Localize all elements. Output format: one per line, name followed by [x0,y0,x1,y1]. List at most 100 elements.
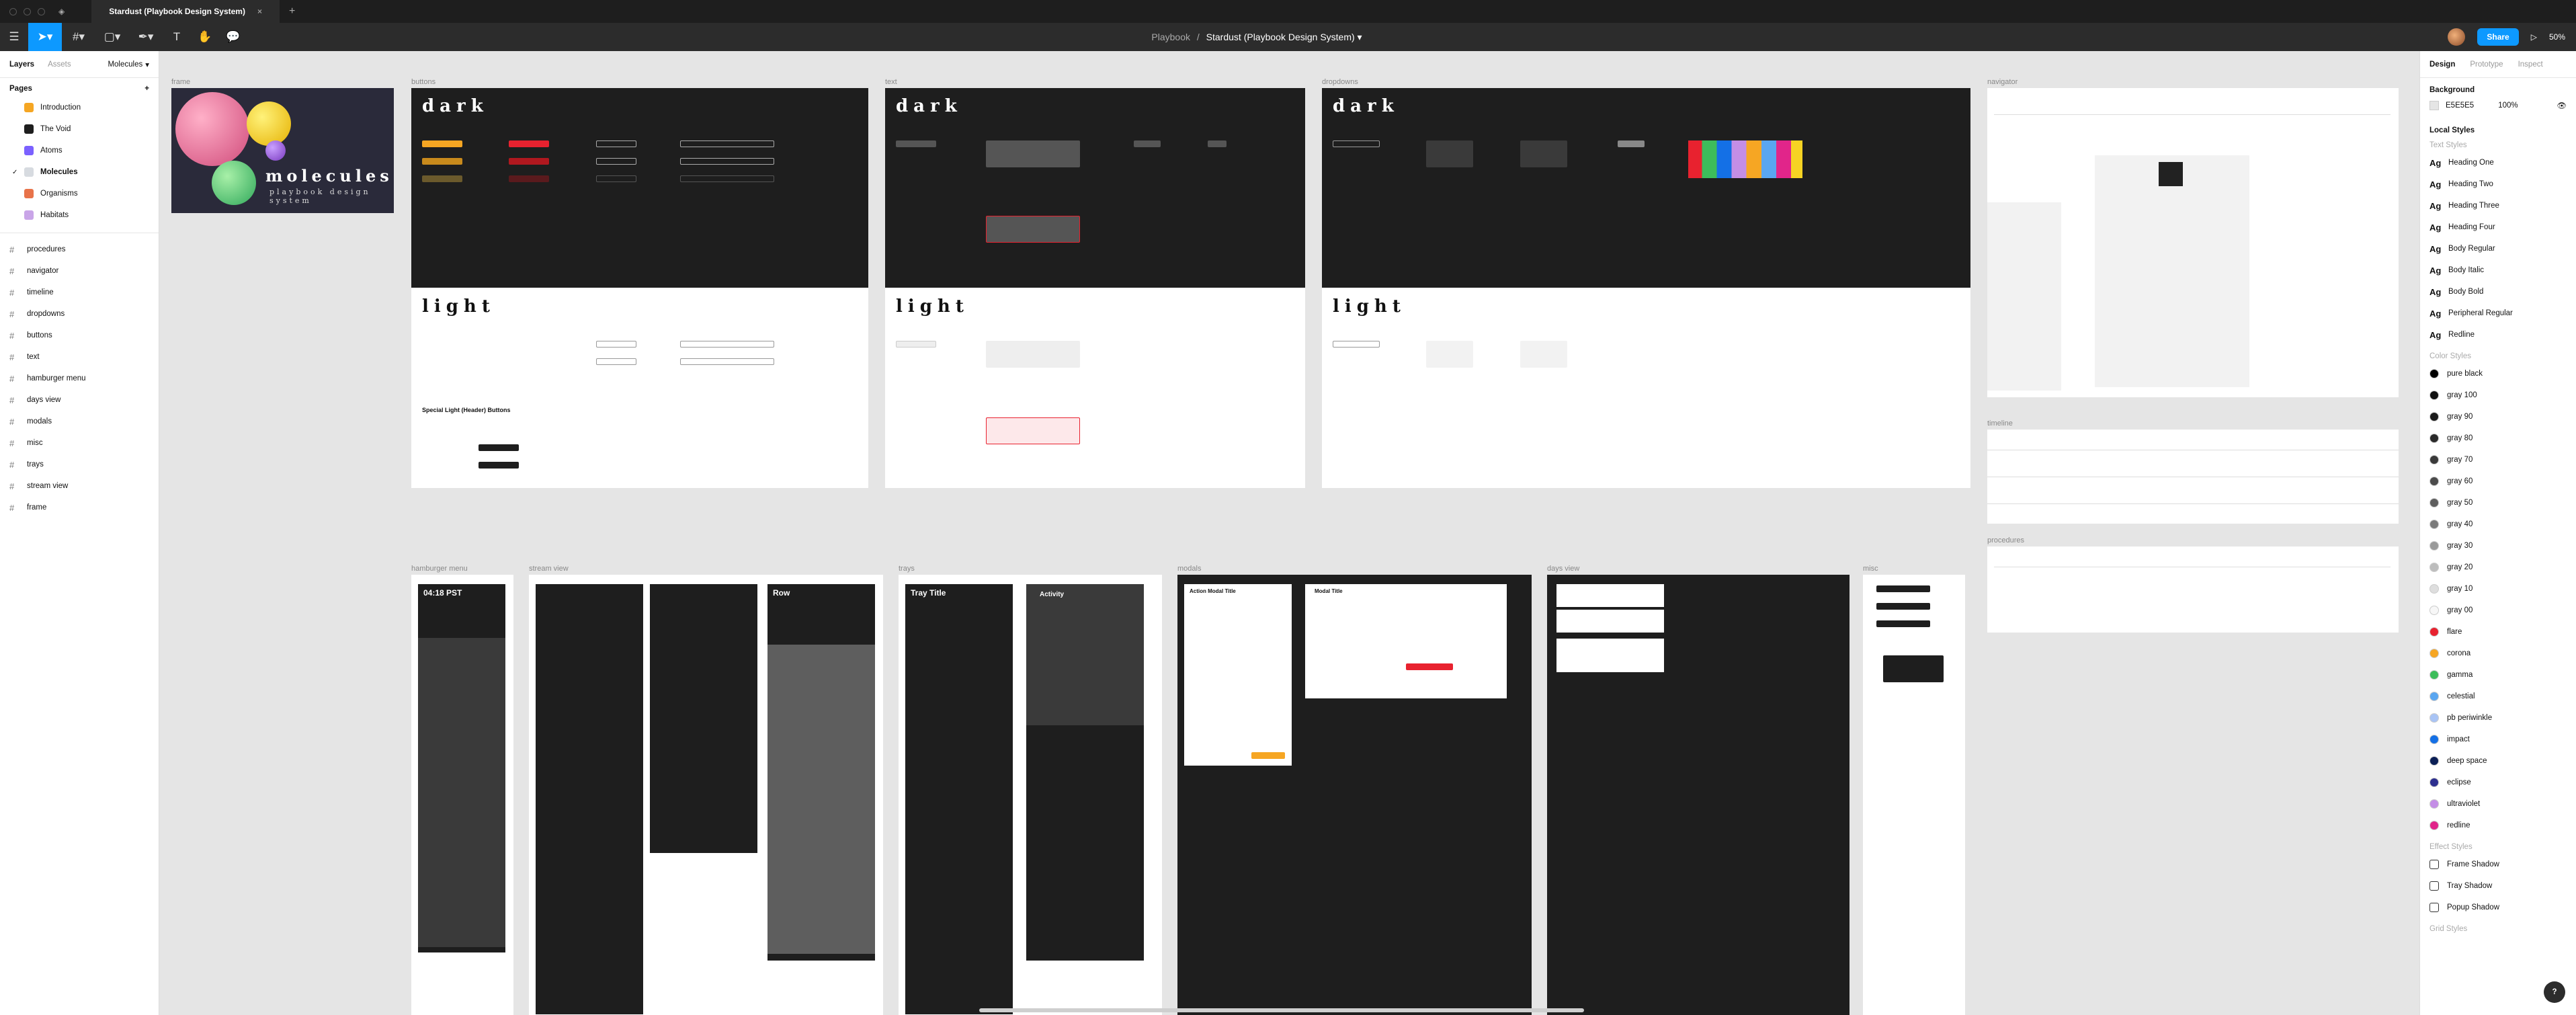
modals-frame[interactable]: Action Modal Title Modal Title [1177,575,1532,1015]
page-item-organisms[interactable]: Organisms [0,183,159,204]
color-style-item[interactable]: gray 60 [2420,471,2576,492]
text-style-item[interactable]: Ag Body Regular [2420,238,2576,259]
color-style-item[interactable]: eclipse [2420,772,2576,793]
color-style-item[interactable]: gamma [2420,664,2576,686]
frame-label-trays[interactable]: trays [899,565,915,573]
color-style-item[interactable]: gray 50 [2420,492,2576,514]
color-style-item[interactable]: redline [2420,815,2576,836]
text-style-item[interactable]: Ag Heading Two [2420,173,2576,195]
text-frame[interactable]: dark light [885,88,1305,488]
color-style-item[interactable]: flare [2420,621,2576,643]
color-style-item[interactable]: impact [2420,729,2576,750]
layer-item-days-view[interactable]: # days view [0,389,159,411]
canvas[interactable]: frame buttons text dropdowns navigator t… [159,51,2419,1015]
frame-label-timeline[interactable]: timeline [1987,419,2013,428]
misc-frame[interactable] [1863,575,1965,1015]
frame-label-frame[interactable]: frame [171,78,190,86]
color-style-item[interactable]: gray 70 [2420,449,2576,471]
layer-item-hamburger-menu[interactable]: # hamburger menu [0,368,159,389]
color-style-item[interactable]: gray 10 [2420,578,2576,600]
text-style-item[interactable]: Ag Heading Three [2420,195,2576,216]
page-item-habitats[interactable]: Habitats [0,204,159,226]
timeline-frame[interactable] [1987,430,2399,524]
color-style-item[interactable]: gray 90 [2420,406,2576,428]
frame-label-hamburger[interactable]: hamburger menu [411,565,468,573]
color-style-item[interactable]: pb periwinkle [2420,707,2576,729]
breadcrumb-project[interactable]: Playbook [1151,32,1190,42]
minimize-window-button[interactable] [24,7,31,15]
effect-style-item[interactable]: Tray Shadow [2420,875,2576,897]
buttons-frame[interactable]: dark light Special Light (Header) Button… [411,88,868,488]
layer-item-trays[interactable]: # trays [0,454,159,475]
layer-item-procedures[interactable]: # procedures [0,239,159,260]
tab-layers[interactable]: Layers [9,60,34,69]
trays-frame[interactable]: Tray Title Activity [899,575,1162,1015]
hamburger-menu-frame[interactable]: 04:18 PST [411,575,513,1015]
color-style-item[interactable]: gray 20 [2420,557,2576,578]
close-tab-icon[interactable]: × [257,7,262,16]
tab-inspect[interactable]: Inspect [2518,60,2543,69]
text-style-item[interactable]: Ag Heading Four [2420,216,2576,238]
comment-tool-icon[interactable]: 💬 [219,23,247,51]
layer-item-buttons[interactable]: # buttons [0,325,159,346]
frame-label-navigator[interactable]: navigator [1987,78,2018,86]
add-page-icon[interactable]: + [144,85,149,93]
avatar[interactable] [2448,28,2466,46]
frame-tool-icon[interactable]: #▾ [62,23,95,51]
figma-logo-icon[interactable]: ◈ [58,7,65,16]
effect-style-item[interactable]: Popup Shadow [2420,897,2576,918]
frame-label-buttons[interactable]: buttons [411,78,435,86]
layer-item-stream-view[interactable]: # stream view [0,475,159,497]
frame-label-modals[interactable]: modals [1177,565,1201,573]
new-tab-icon[interactable]: + [289,5,295,17]
present-icon[interactable]: ▷ [2531,32,2537,42]
background-hex-input[interactable]: E5E5E5 [2446,102,2474,110]
frame-label-days[interactable]: days view [1547,565,1579,573]
color-style-item[interactable]: deep space [2420,750,2576,772]
zoom-level[interactable]: 50% [2549,32,2565,42]
layer-item-dropdowns[interactable]: # dropdowns [0,303,159,325]
color-style-item[interactable]: corona [2420,643,2576,664]
move-tool-icon[interactable]: ➤▾ [28,23,62,51]
layer-item-frame[interactable]: # frame [0,497,159,518]
layer-item-navigator[interactable]: # navigator [0,260,159,282]
maximize-window-button[interactable] [38,7,45,15]
color-style-item[interactable]: ultraviolet [2420,793,2576,815]
color-style-item[interactable]: gray 40 [2420,514,2576,535]
layer-item-modals[interactable]: # modals [0,411,159,432]
help-button[interactable]: ? [2544,981,2565,1003]
color-style-item[interactable]: gray 80 [2420,428,2576,449]
frame-label-dropdowns[interactable]: dropdowns [1322,78,1358,86]
text-tool-icon[interactable]: T [163,23,191,51]
layer-item-misc[interactable]: # misc [0,432,159,454]
page-item-atoms[interactable]: Atoms [0,140,159,161]
color-style-item[interactable]: pure black [2420,363,2576,384]
shape-tool-icon[interactable]: ▢▾ [95,23,129,51]
text-style-item[interactable]: Ag Peripheral Regular [2420,302,2576,324]
stream-view-frame[interactable]: Row [529,575,883,1015]
text-style-item[interactable]: Ag Body Bold [2420,281,2576,302]
background-swatch[interactable] [2429,101,2439,110]
page-item-introduction[interactable]: Introduction [0,97,159,118]
text-style-item[interactable]: Ag Body Italic [2420,259,2576,281]
color-style-item[interactable]: gray 30 [2420,535,2576,557]
main-menu-icon[interactable]: ☰ [0,23,28,51]
cover-frame[interactable]: molecules playbook design system [171,88,394,213]
days-view-frame[interactable] [1547,575,1850,1015]
canvas-scrollbar[interactable] [979,1008,1584,1012]
tab-design[interactable]: Design [2429,60,2455,69]
color-style-item[interactable]: gray 00 [2420,600,2576,621]
effect-style-item[interactable]: Frame Shadow [2420,854,2576,875]
frame-label-stream[interactable]: stream view [529,565,569,573]
text-style-item[interactable]: Ag Redline [2420,324,2576,346]
color-style-item[interactable]: celestial [2420,686,2576,707]
text-style-item[interactable]: Ag Heading One [2420,152,2576,173]
hand-tool-icon[interactable]: ✋ [191,23,219,51]
chevron-down-icon[interactable]: ▾ [1358,32,1362,42]
layer-item-text[interactable]: # text [0,346,159,368]
frame-label-text[interactable]: text [885,78,897,86]
file-tab[interactable]: Stardust (Playbook Design System) × [91,0,280,23]
pen-tool-icon[interactable]: ✒▾ [129,23,163,51]
close-window-button[interactable] [9,7,17,15]
color-style-item[interactable]: gray 100 [2420,384,2576,406]
